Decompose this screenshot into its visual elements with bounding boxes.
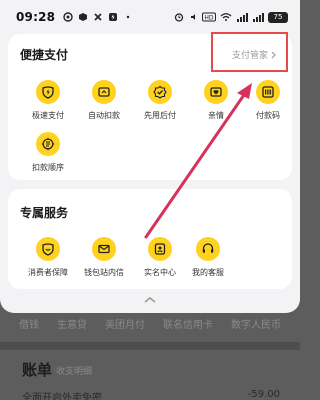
service-item-label: 我的客服 bbox=[192, 268, 224, 277]
quick-pay-item-payment-code[interactable]: 付款码 bbox=[240, 80, 296, 121]
service-item-consumer-protection[interactable]: 消费者保障 bbox=[20, 237, 76, 278]
silent-icon bbox=[191, 14, 195, 20]
quick-pay-item-label: 亲情 bbox=[208, 111, 224, 120]
background-divider bbox=[0, 342, 300, 350]
service-item-label: 消费者保障 bbox=[28, 268, 68, 277]
quick-pay-item-deduct-order[interactable]: 扣款顺序 bbox=[20, 132, 76, 173]
lightning-icon bbox=[36, 80, 60, 104]
badge-check-icon bbox=[148, 80, 172, 104]
strip-item: 生意贷 bbox=[57, 319, 87, 331]
quick-pay-item-express[interactable]: 极速支付 bbox=[20, 80, 76, 121]
shield-icon bbox=[36, 237, 60, 261]
bill-row-description: 全面开启外卖免密 bbox=[22, 393, 102, 400]
quick-pay-item-label: 先用后付 bbox=[144, 111, 176, 120]
alarm-icon bbox=[174, 13, 184, 22]
status-bar: 09:28 HD 75 bbox=[0, 0, 300, 34]
quick-pay-item-pay-later[interactable]: 先用后付 bbox=[132, 80, 188, 121]
id-card-icon bbox=[148, 237, 172, 261]
strip-item: 美团月付 bbox=[105, 319, 145, 331]
exclusive-services-card: 专属服务 消费者保障 钱包站内信 实名中心 我的客服 bbox=[8, 189, 292, 289]
headset-icon bbox=[196, 237, 220, 261]
quick-pay-title: 便捷支付 bbox=[20, 48, 69, 62]
svg-text:HD: HD bbox=[204, 15, 214, 22]
service-item-inbox[interactable]: 钱包站内信 bbox=[76, 237, 132, 278]
strip-item: 联名信用卡 bbox=[163, 319, 213, 331]
barcode-icon bbox=[256, 80, 280, 104]
bill-title: 账单 bbox=[22, 361, 53, 379]
battery-indicator: 75 bbox=[268, 11, 288, 23]
sort-order-icon bbox=[36, 132, 60, 156]
more-dots-icon bbox=[127, 15, 130, 19]
quick-pay-item-label: 扣款顺序 bbox=[32, 163, 64, 172]
annotation-highlight-box bbox=[211, 32, 288, 72]
status-time: 09:28 bbox=[16, 10, 56, 24]
collapse-chevron-icon[interactable] bbox=[142, 295, 158, 305]
signal-icon-2 bbox=[253, 13, 264, 22]
quick-pay-item-auto-deduct[interactable]: 自动扣款 bbox=[76, 80, 132, 121]
quick-pay-item-family[interactable]: 亲情 bbox=[188, 80, 244, 121]
services-title: 专属服务 bbox=[20, 206, 69, 220]
service-item-label: 钱包站内信 bbox=[84, 268, 124, 277]
hd-icon: HD bbox=[202, 12, 216, 22]
mail-icon bbox=[92, 237, 116, 261]
sync-icon bbox=[94, 13, 102, 21]
wifi-icon bbox=[220, 13, 232, 21]
bill-row-amount: -59.00 bbox=[247, 389, 280, 400]
service-item-customer-service[interactable]: 我的客服 bbox=[180, 237, 236, 278]
quick-pay-item-label: 极速支付 bbox=[32, 111, 64, 120]
notification-icon bbox=[63, 12, 73, 22]
family-card-icon bbox=[204, 80, 228, 104]
app-icon bbox=[79, 13, 88, 21]
strip-item: 借钱 bbox=[19, 319, 39, 331]
lightning-app-icon bbox=[109, 13, 118, 21]
strip-item: 数字人民币 bbox=[231, 319, 281, 331]
quick-pay-item-label: 自动扣款 bbox=[88, 111, 120, 120]
signal-icon bbox=[237, 13, 248, 22]
quick-pay-item-label: 付款码 bbox=[256, 111, 280, 120]
auto-deduct-icon bbox=[92, 80, 116, 104]
bill-subtitle: 收支明细 bbox=[56, 367, 93, 377]
